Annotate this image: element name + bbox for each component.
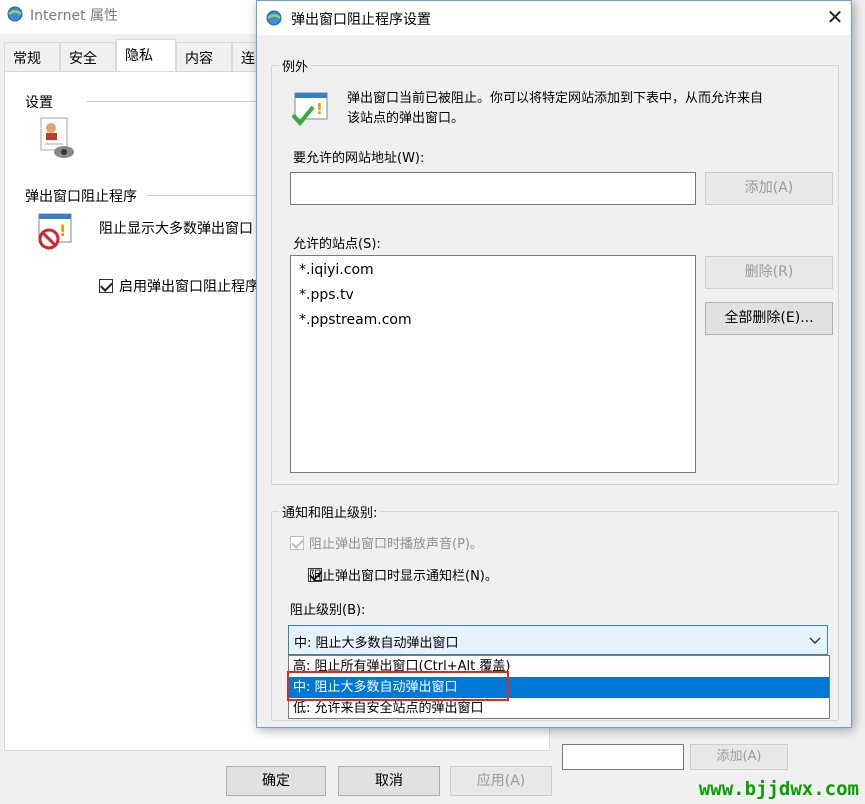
tab-content[interactable]: 内容 bbox=[176, 42, 232, 72]
remove-all-button[interactable]: 全部删除(E)... bbox=[705, 302, 833, 335]
play-sound-checkbox[interactable] bbox=[290, 536, 304, 550]
popup-blocker-divider bbox=[147, 195, 257, 196]
address-label: 要允许的网站地址(W): bbox=[293, 151, 425, 166]
tab-general[interactable]: 常规 bbox=[4, 42, 60, 72]
notifications-legend: 通知和阻止级别: bbox=[279, 502, 381, 521]
website-address-input[interactable] bbox=[290, 172, 696, 205]
internet-icon bbox=[7, 6, 23, 22]
hidden-add-button[interactable]: 添加(A) bbox=[690, 744, 788, 770]
cancel-button[interactable]: 取消 bbox=[338, 766, 440, 796]
close-icon[interactable]: ✕ bbox=[823, 5, 847, 29]
list-item[interactable]: *.ppstream.com bbox=[299, 312, 412, 328]
tab-security[interactable]: 安全 bbox=[60, 42, 116, 72]
blocking-level-label: 阻止级别(B): bbox=[290, 603, 366, 618]
enable-blocker-label[interactable]: 启用弹出窗口阻止程序 bbox=[119, 276, 259, 296]
tab-privacy[interactable]: 隐私 bbox=[116, 39, 176, 73]
settings-group-label: 设置 bbox=[25, 95, 53, 111]
show-notification-bar-label[interactable]: 阻止弹出窗口时显示通知栏(N)。 bbox=[309, 565, 498, 584]
dialog-title: 弹出窗口阻止程序设置 bbox=[291, 12, 431, 28]
exceptions-description-line2: 该站点的弹出窗口。 bbox=[347, 111, 465, 126]
ok-button[interactable]: 确定 bbox=[226, 766, 326, 796]
level-option-low[interactable]: 低: 允许来自安全站点的弹出窗口 bbox=[289, 698, 829, 719]
watermark-text: www.bjjdwx.com bbox=[698, 778, 859, 800]
play-sound-label[interactable]: 阻止弹出窗口时播放声音(P)。 bbox=[309, 533, 483, 552]
annotation-highlight-box bbox=[287, 671, 509, 701]
blocking-level-select[interactable]: 中: 阻止大多数自动弹出窗口 bbox=[288, 625, 828, 655]
popup-blocked-icon: ! bbox=[38, 213, 72, 250]
window-title: Internet 属性 bbox=[30, 8, 119, 24]
svg-text:!: ! bbox=[316, 100, 323, 118]
privacy-settings-icon bbox=[40, 117, 74, 158]
allowed-sites-label: 允许的站点(S): bbox=[293, 237, 381, 252]
blocking-level-value: 中: 阻止大多数自动弹出窗口 bbox=[294, 636, 459, 651]
settings-divider bbox=[87, 101, 257, 102]
exceptions-legend: 例外 bbox=[279, 56, 312, 75]
svg-text:!: ! bbox=[59, 221, 66, 240]
remove-button[interactable]: 删除(R) bbox=[705, 256, 833, 289]
list-item[interactable]: *.iqiyi.com bbox=[299, 262, 374, 278]
chevron-down-icon bbox=[809, 637, 821, 644]
popup-blocker-group-label: 弹出窗口阻止程序 bbox=[25, 189, 137, 205]
exceptions-description-line1: 弹出窗口当前已被阻止。你可以将特定网站添加到下表中，从而允许来自 bbox=[347, 91, 764, 106]
hidden-address-input[interactable] bbox=[562, 744, 684, 770]
apply-button[interactable]: 应用(A) bbox=[450, 766, 552, 796]
internet-icon bbox=[266, 10, 282, 26]
list-item[interactable]: *.pps.tv bbox=[299, 287, 354, 303]
popup-blocker-description: 阻止显示大多数弹出窗口 bbox=[99, 221, 253, 237]
allowed-sites-list[interactable]: *.iqiyi.com *.pps.tv *.ppstream.com bbox=[290, 255, 696, 473]
popup-blocker-settings-dialog: 弹出窗口阻止程序设置 ✕ 例外 ! 弹出窗口当前已被阻止。你可以将特定网站添加到… bbox=[256, 0, 852, 728]
enable-blocker-checkbox[interactable] bbox=[99, 279, 113, 293]
dialog-titlebar: 弹出窗口阻止程序设置 ✕ bbox=[257, 1, 851, 35]
popup-allowed-icon: ! bbox=[291, 92, 328, 127]
add-button[interactable]: 添加(A) bbox=[705, 172, 833, 205]
